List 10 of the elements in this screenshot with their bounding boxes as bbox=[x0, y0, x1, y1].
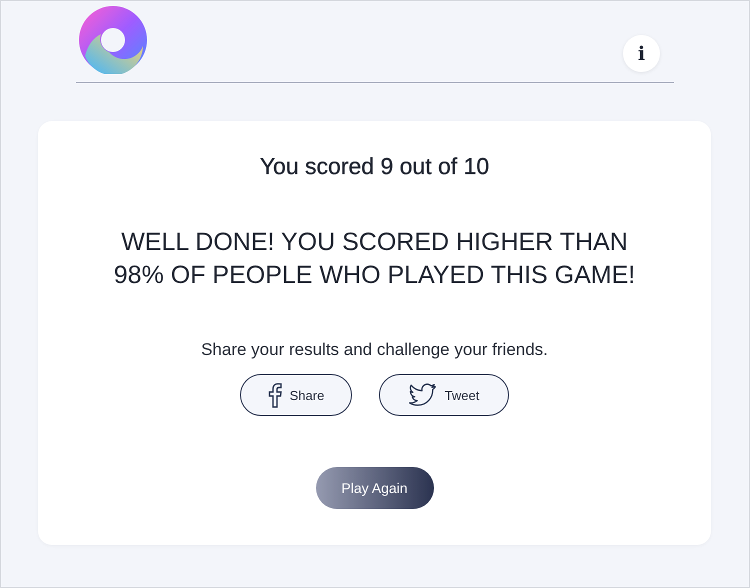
share-button[interactable]: Share bbox=[240, 374, 352, 416]
score-title: You scored 9 out of 10 bbox=[260, 153, 490, 180]
logo-icon bbox=[79, 6, 147, 74]
bird-icon bbox=[408, 383, 437, 407]
info-button[interactable]: i bbox=[623, 35, 660, 72]
share-prompt: Share your results and challenge your friends. bbox=[201, 340, 548, 360]
facebook-icon bbox=[268, 382, 282, 408]
tweet-button[interactable]: Tweet bbox=[379, 374, 509, 416]
play-again-button[interactable]: Play Again bbox=[316, 467, 434, 509]
result-message: WELL DONE! YOU SCORED HIGHER THAN 98% OF PEOPLE WHO PLAYED THIS GAME! bbox=[114, 227, 636, 291]
